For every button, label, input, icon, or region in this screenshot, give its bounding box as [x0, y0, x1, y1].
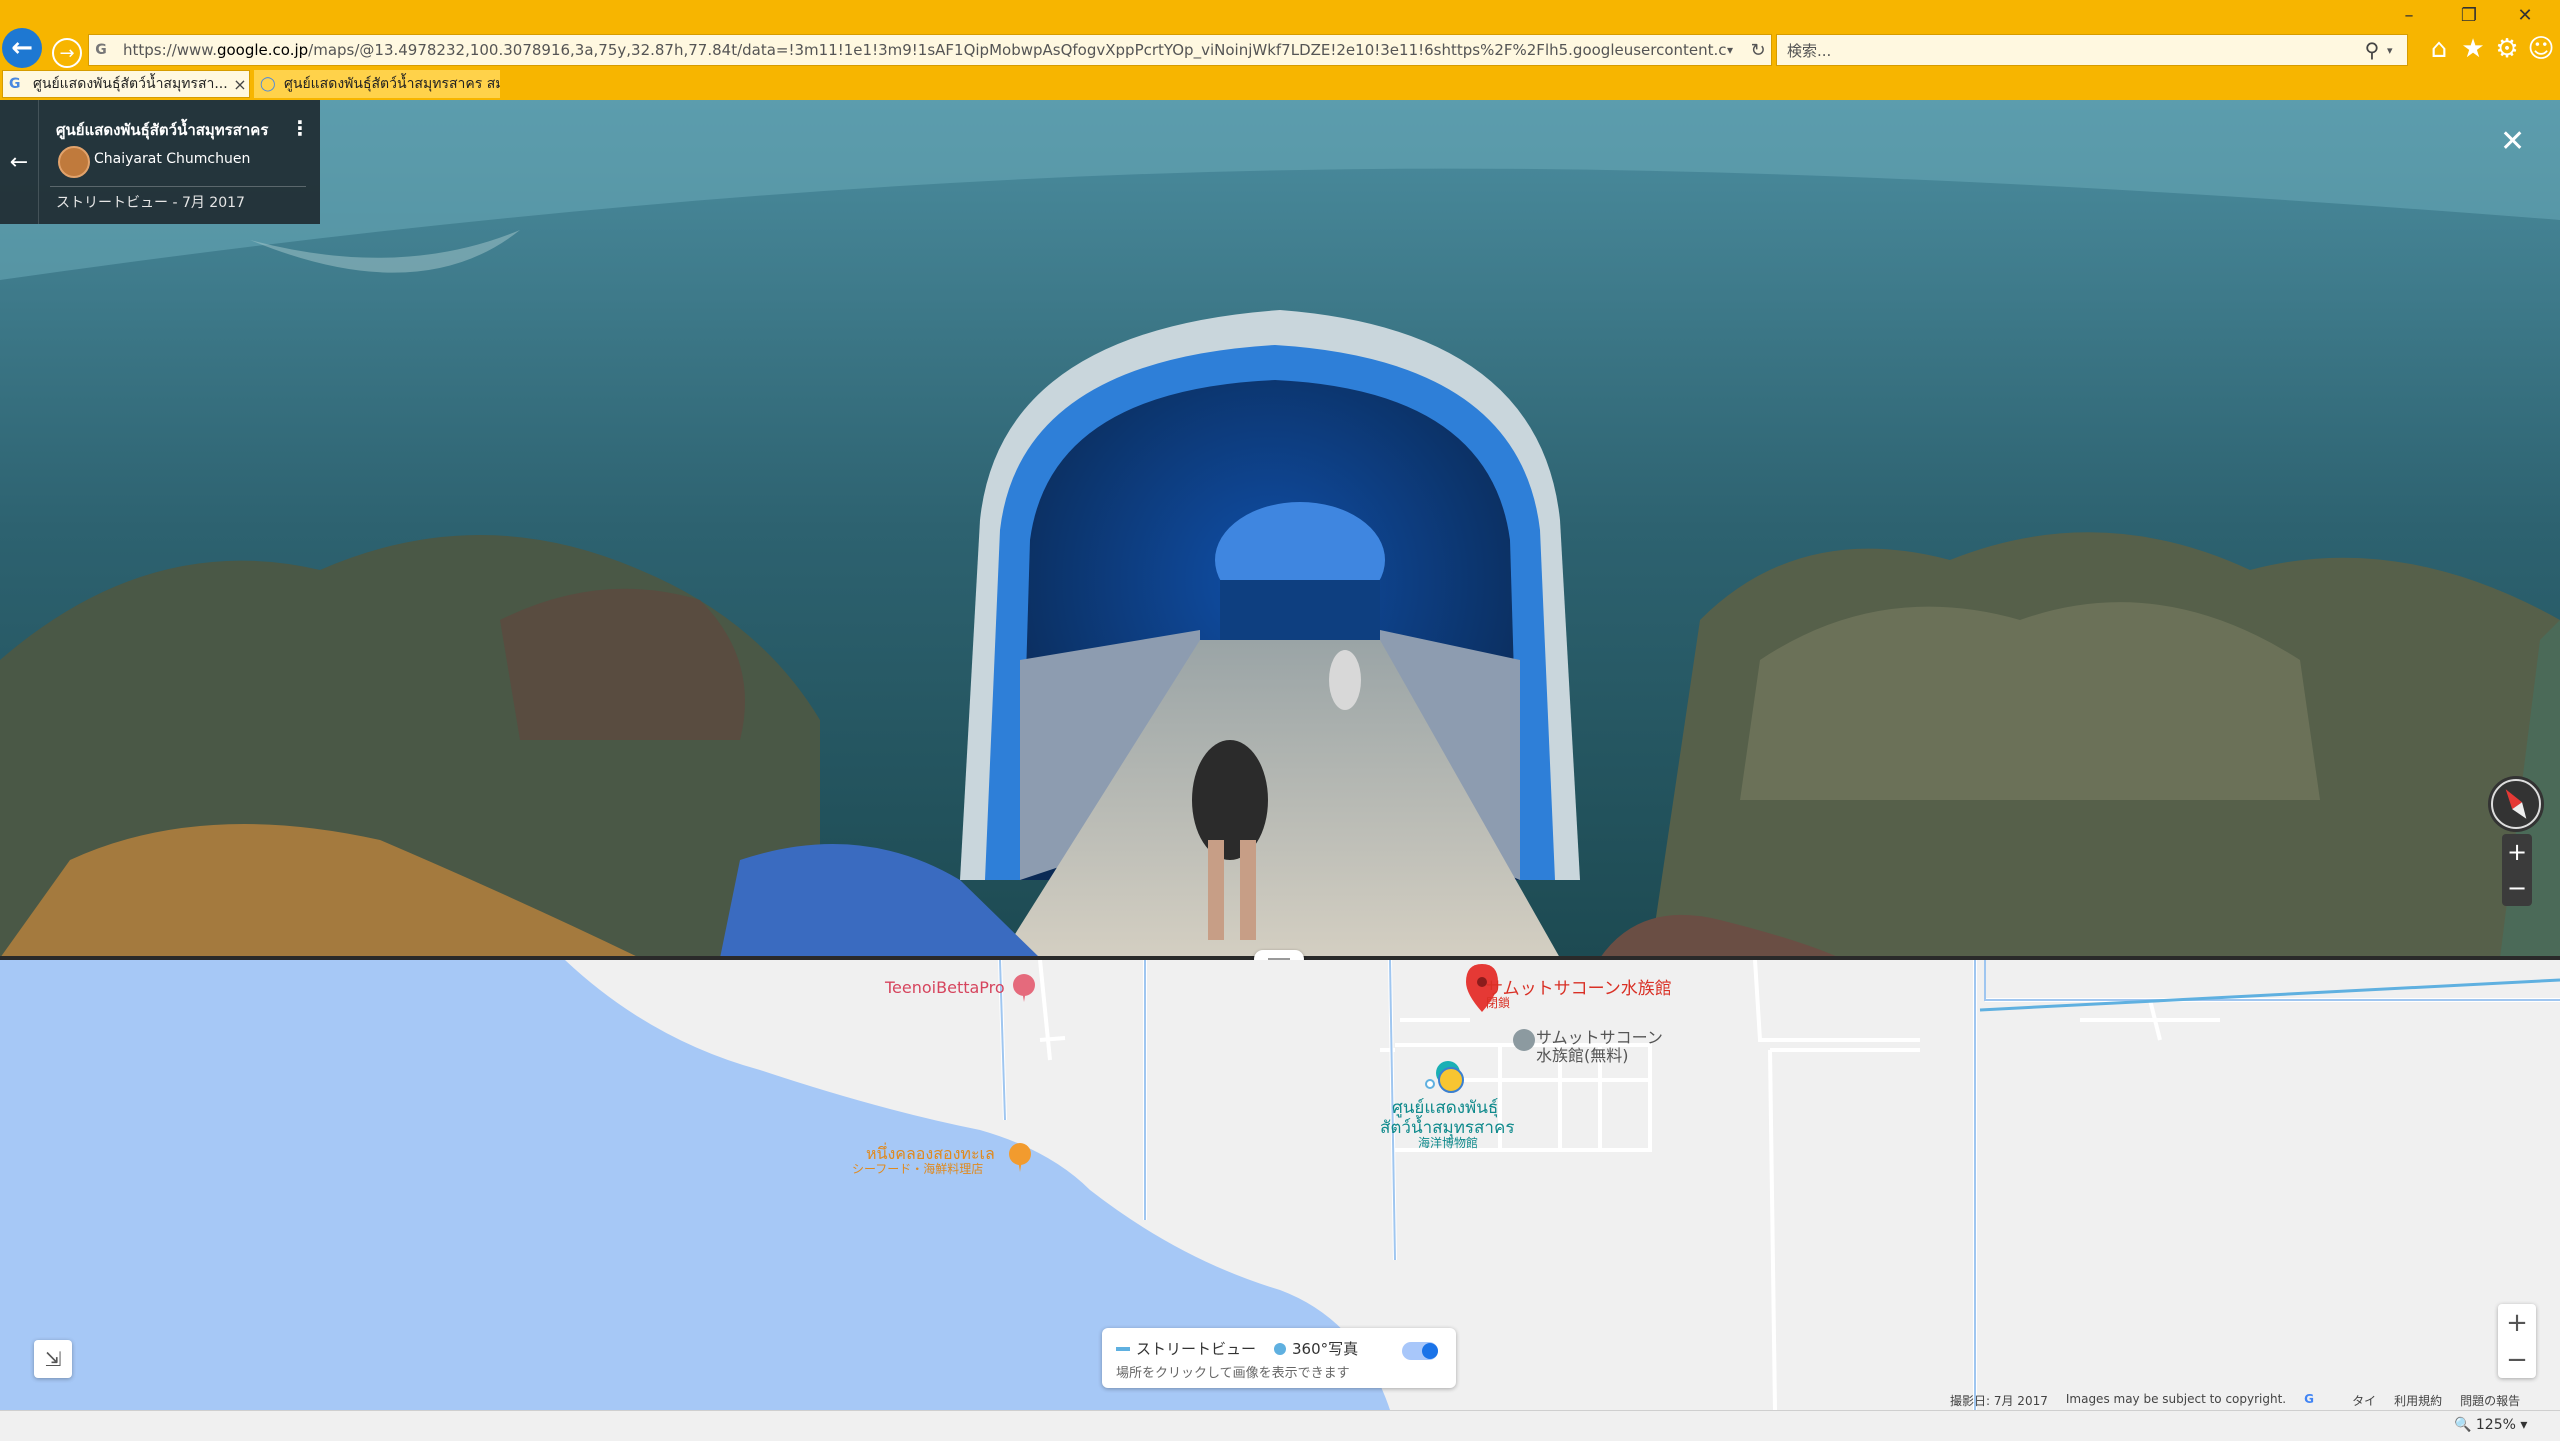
street-view-date: ストリートビュー - 7月 2017 [56, 195, 245, 211]
arrow-left-icon: ← [9, 149, 29, 175]
report-link[interactable]: 問題の報告 [2460, 1392, 2520, 1410]
chevron-down-icon[interactable]: ▾ [1727, 43, 1745, 57]
toggle-knob [1422, 1343, 1438, 1359]
zoom-in-button[interactable]: + [2502, 834, 2532, 870]
street-view-panorama[interactable] [0, 100, 2560, 958]
compass-icon [2491, 779, 2541, 829]
pegman-marker [1438, 1067, 1464, 1093]
street-view-info-card: ← ศูนย์แสดงพันธุ์สัตว์น้ำสมุทรสาคร ⋮ Cha… [0, 100, 320, 224]
map-label-teenoi[interactable]: TeenoiBettaPro [885, 978, 1005, 997]
photo360-dot-swatch [1274, 1342, 1287, 1355]
photo360-toggle[interactable] [1402, 1342, 1438, 1360]
tab-bar: G ศูนย์แสดงพันธุ์สัตว์น้ำสมุทรสา... × ◯ … [0, 68, 2560, 162]
map-attribution: 撮影日: 7月 2017 Images may be subject to co… [1950, 1392, 2520, 1410]
close-icon[interactable]: ✕ [2500, 124, 2525, 159]
google-logo-icon: G [2304, 1392, 2314, 1406]
map-label-museum-jp: 海洋博物館 [1418, 1136, 1479, 1150]
tab-inactive[interactable]: ◯ ศูนย์แสดงพันธุ์สัตว์น้ำสมุทรสาคร สม... [254, 70, 500, 98]
browser-status-bar: 🔍 125% ▾ [0, 1410, 2560, 1441]
collapse-map-button[interactable]: ⇲ [34, 1340, 72, 1378]
zoom-out-button[interactable]: − [2502, 870, 2532, 906]
url-prefix: https://www. [123, 41, 217, 59]
map-label-seafood-jp: シーフード・海鮮料理店 [852, 1162, 984, 1176]
capture-date: 撮影日: 7月 2017 [1950, 1394, 2048, 1408]
home-icon[interactable]: ⌂ [2424, 34, 2454, 64]
star-icon[interactable]: ★ [2458, 34, 2488, 64]
zoom-level-value: 125% [2475, 1417, 2516, 1433]
url-domain: google.co.jp [216, 41, 309, 59]
map-zoom-control: + − [2498, 1304, 2536, 1378]
map-label-aquarium-free-2[interactable]: 水族館(無料) [1536, 1042, 1629, 1066]
url-path: /maps/@13.4978232,100.3078916,3a,75y,32.… [308, 41, 1727, 59]
avatar[interactable] [58, 146, 90, 178]
legend-streetview-label: ストリートビュー [1136, 1340, 1257, 1358]
panorama-image [0, 100, 2560, 958]
browser-titlebar: – ❐ ✕ ← → G https://www.google.co.jp/map… [0, 0, 2560, 68]
address-bar[interactable]: G https://www.google.co.jp/maps/@13.4978… [88, 34, 1772, 66]
map-label-aquarium[interactable]: サムットサコーン水族館 [1486, 974, 1672, 999]
street-view-legend: ストリートビュー 360°写真 場所をクリックして画像を表示できます [1102, 1328, 1456, 1388]
tab-label: ศูนย์แสดงพันธุ์สัตว์น้ำสมุทรสาคร สม... [284, 76, 500, 92]
minimize-button[interactable]: – [2392, 4, 2426, 28]
back-arrow-button[interactable]: ← [0, 100, 39, 224]
more-vert-icon[interactable]: ⋮ [290, 116, 310, 140]
zoom-level[interactable]: 🔍 125% ▾ [2454, 1417, 2527, 1433]
search-input[interactable]: 検索... [1787, 40, 2357, 61]
author-name[interactable]: Chaiyarat Chumchuen [94, 151, 250, 167]
map-zoom-out-button[interactable]: − [2498, 1341, 2536, 1378]
map-label-closed: 閉鎖 [1486, 996, 1511, 1010]
collapse-icon: ⇲ [44, 1347, 62, 1371]
search-bar[interactable]: 検索... ⚲ ▾ [1776, 34, 2408, 66]
refresh-icon[interactable]: ↻ [1745, 40, 1771, 61]
tab-label: ศูนย์แสดงพันธุ์สัตว์น้ำสมุทรสา... [33, 76, 228, 92]
copyright-notice: Images may be subject to copyright. [2065, 1392, 2287, 1406]
legend-360-label: 360°写真 [1292, 1340, 1359, 1358]
close-icon[interactable]: × [231, 75, 249, 94]
compass-control[interactable] [2488, 776, 2544, 832]
search-icon[interactable]: ⚲ [2357, 38, 2387, 62]
legend-hint: 場所をクリックして画像を表示できます [1116, 1366, 1350, 1381]
terms-link[interactable]: 利用規約 [2394, 1392, 2442, 1410]
url-text[interactable]: https://www.google.co.jp/maps/@13.497823… [123, 41, 1727, 59]
arrow-right-icon: → [59, 42, 75, 64]
close-window-button[interactable]: ✕ [2508, 4, 2542, 28]
forward-button[interactable]: → [52, 38, 82, 68]
place-title[interactable]: ศูนย์แสดงพันธุ์สัตว์น้ำสมุทรสาคร [56, 118, 268, 142]
smiley-icon[interactable]: ☺ [2526, 34, 2556, 64]
country-label[interactable]: タイ [2352, 1392, 2376, 1410]
streetview-line-swatch [1116, 1346, 1130, 1351]
back-button[interactable]: ← [2, 28, 42, 68]
divider [50, 186, 306, 187]
restore-button[interactable]: ❐ [2452, 4, 2486, 28]
google-favicon-icon: G [95, 42, 107, 58]
tab-active[interactable]: G ศูนย์แสดงพันธุ์สัตว์น้ำสมุทรสา... × [2, 70, 250, 98]
panorama-zoom-control: + − [2502, 834, 2532, 906]
chevron-down-icon[interactable]: ▾ [2387, 44, 2407, 57]
gear-icon[interactable]: ⚙ [2492, 34, 2522, 64]
maps-favicon-icon: ◯ [260, 76, 276, 92]
arrow-left-icon: ← [11, 33, 33, 63]
map-zoom-in-button[interactable]: + [2498, 1304, 2536, 1341]
google-favicon-icon: G [9, 76, 21, 92]
